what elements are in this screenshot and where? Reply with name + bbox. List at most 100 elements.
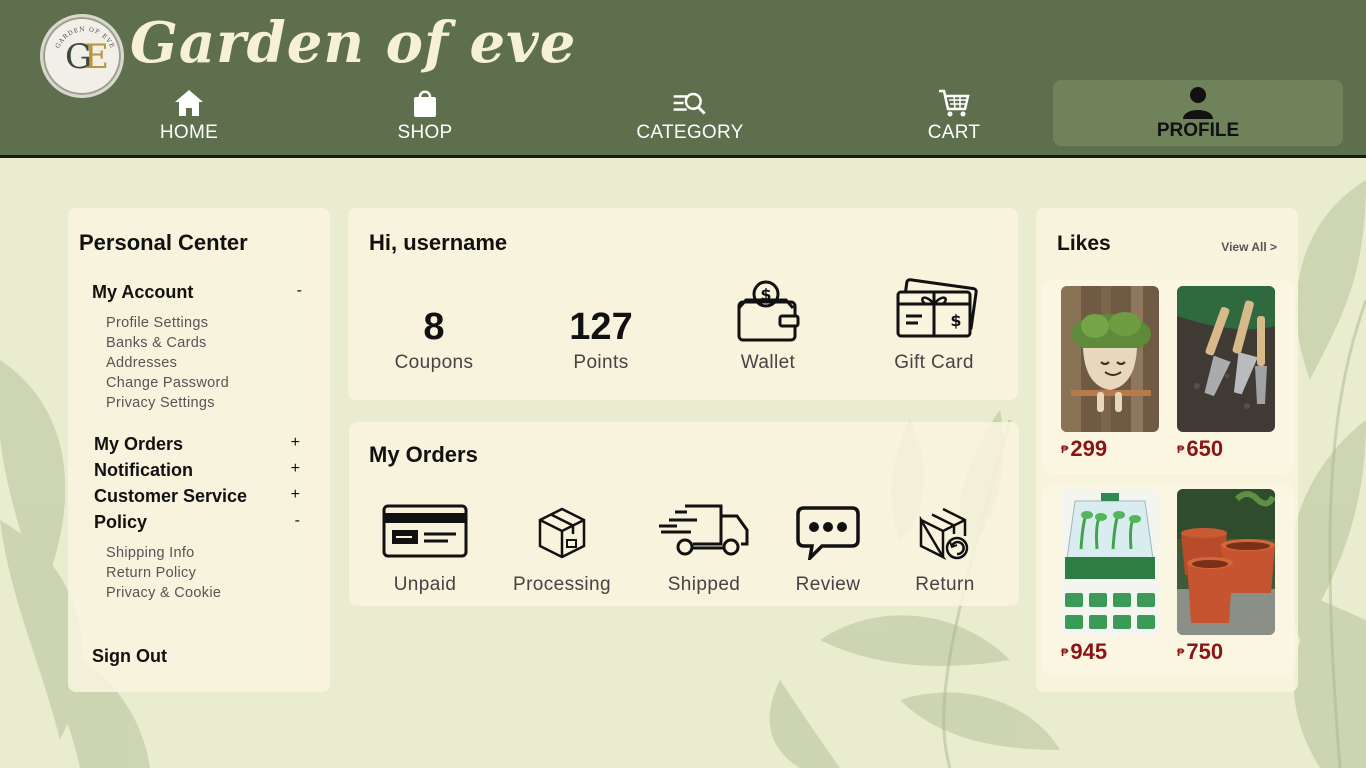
likes-card-row-2: ₱945 ₱750 xyxy=(1042,483,1294,677)
nav-category-label: CATEGORY xyxy=(636,122,744,143)
order-review-label: Review xyxy=(795,574,861,595)
greeting-title: Hi, username xyxy=(369,230,508,255)
product-price: ₱945 xyxy=(1061,639,1159,665)
order-return[interactable]: Return xyxy=(885,500,1005,596)
nav-profile-label: PROFILE xyxy=(1156,120,1240,141)
coupons-label: Coupons xyxy=(394,352,474,373)
likes-card-row-1: ₱299 ₱650 xyxy=(1042,280,1294,474)
order-processing-label: Processing xyxy=(513,574,611,595)
price-value: 945 xyxy=(1070,639,1108,664)
logo-monogram: GE xyxy=(65,37,109,77)
section-label: Notification xyxy=(94,460,193,480)
nav-home[interactable]: HOME xyxy=(155,86,223,148)
greeting-panel: Hi, username 8 Coupons 127 Points $ Wall… xyxy=(348,208,1018,400)
link-return-policy[interactable]: Return Policy xyxy=(106,565,196,581)
coupons-stat[interactable]: 8 xyxy=(364,306,504,349)
shopping-bag-icon xyxy=(414,90,436,117)
wallet-icon: $ xyxy=(737,280,800,342)
personal-center-panel: Personal Center My Account - Profile Set… xyxy=(68,208,330,692)
sign-out-button[interactable]: Sign Out xyxy=(92,646,167,667)
order-processing[interactable]: Processing xyxy=(502,500,622,596)
user-icon xyxy=(1183,87,1213,119)
currency-symbol: ₱ xyxy=(1177,647,1185,659)
product-card[interactable]: ₱945 xyxy=(1061,489,1159,665)
nav-profile[interactable]: PROFILE xyxy=(1053,80,1343,146)
section-label: Policy xyxy=(94,512,148,532)
order-return-label: Return xyxy=(915,574,975,595)
product-card[interactable]: ₱299 xyxy=(1061,286,1159,462)
link-profile-settings[interactable]: Profile Settings xyxy=(106,315,208,331)
section-policy[interactable]: Policy - xyxy=(94,512,300,533)
cart-icon xyxy=(939,89,970,117)
wallet-label: Wallet xyxy=(740,352,796,373)
nav-shop-label: SHOP xyxy=(397,122,453,143)
wallet-button[interactable]: $ xyxy=(718,276,818,346)
gift-card-icon: $ xyxy=(896,278,978,338)
points-stat[interactable]: 127 xyxy=(531,306,671,349)
order-shipped[interactable]: Shipped xyxy=(644,500,764,596)
home-icon xyxy=(175,90,203,116)
price-value: 650 xyxy=(1186,436,1224,461)
brand-logo[interactable]: GARDEN OF EVE GE xyxy=(40,14,124,98)
product-image-garden-tools xyxy=(1177,286,1275,432)
section-notification[interactable]: Notification + xyxy=(94,460,300,481)
order-review[interactable]: Review xyxy=(768,500,888,596)
order-unpaid[interactable]: Unpaid xyxy=(365,500,485,596)
currency-symbol: ₱ xyxy=(1177,444,1185,456)
gift-card-button[interactable]: $ xyxy=(884,276,994,346)
return-package-icon xyxy=(919,507,969,560)
top-navbar: GARDEN OF EVE GE Garden of eve HOME SHOP xyxy=(0,0,1366,158)
link-privacy-cookie[interactable]: Privacy & Cookie xyxy=(106,585,221,601)
nav-cart[interactable]: CART xyxy=(922,86,986,148)
expand-toggle[interactable]: + xyxy=(291,434,300,455)
chat-bubble-icon xyxy=(796,506,860,560)
currency-symbol: ₱ xyxy=(1061,444,1069,456)
collapse-toggle[interactable]: - xyxy=(297,282,302,303)
section-my-account[interactable]: My Account - xyxy=(92,282,302,303)
link-change-password[interactable]: Change Password xyxy=(106,375,229,391)
product-price: ₱299 xyxy=(1061,436,1159,462)
section-label: My Orders xyxy=(94,434,184,454)
nav-category[interactable]: CATEGORY xyxy=(632,86,748,148)
points-label: Points xyxy=(573,352,629,373)
points-count: 127 xyxy=(569,306,633,348)
link-banks-cards[interactable]: Banks & Cards xyxy=(106,335,207,351)
order-unpaid-label: Unpaid xyxy=(393,574,457,595)
collapse-toggle[interactable]: - xyxy=(295,512,300,533)
link-shipping-info[interactable]: Shipping Info xyxy=(106,545,195,561)
link-addresses[interactable]: Addresses xyxy=(106,355,177,371)
view-all-link[interactable]: View All > xyxy=(1221,240,1277,254)
link-privacy-settings[interactable]: Privacy Settings xyxy=(106,395,215,411)
product-price: ₱750 xyxy=(1177,639,1275,665)
product-image-terracotta-pots xyxy=(1177,489,1275,635)
price-value: 750 xyxy=(1186,639,1224,664)
section-label: Customer Service xyxy=(94,486,248,506)
section-label: My Account xyxy=(92,282,194,302)
expand-toggle[interactable]: + xyxy=(291,460,300,481)
personal-center-title: Personal Center xyxy=(79,230,248,255)
svg-text:$: $ xyxy=(950,311,961,330)
product-card[interactable]: ₱650 xyxy=(1177,286,1275,462)
price-value: 299 xyxy=(1070,436,1108,461)
order-shipped-label: Shipped xyxy=(667,574,741,595)
currency-symbol: ₱ xyxy=(1061,647,1069,659)
expand-toggle[interactable]: + xyxy=(291,486,300,507)
likes-panel: Likes View All > ₱299 ₱650 ₱945 ₱750 xyxy=(1036,208,1298,692)
my-orders-panel: My Orders Unpaid Processing Shipped Revi… xyxy=(349,422,1019,606)
section-my-orders[interactable]: My Orders + xyxy=(94,434,300,455)
section-customer-service[interactable]: Customer Service + xyxy=(94,486,300,507)
gift-card-label: Gift Card xyxy=(894,352,974,373)
truck-icon xyxy=(659,504,749,556)
coupons-count: 8 xyxy=(423,306,445,348)
nav-shop[interactable]: SHOP xyxy=(392,86,458,148)
likes-title: Likes xyxy=(1057,232,1111,255)
package-icon xyxy=(538,507,586,559)
product-price: ₱650 xyxy=(1177,436,1275,462)
product-image-smiley-planter xyxy=(1061,286,1159,432)
product-image-seed-tray xyxy=(1061,489,1159,635)
product-card[interactable]: ₱750 xyxy=(1177,489,1275,665)
my-orders-title: My Orders xyxy=(369,442,478,467)
category-search-icon xyxy=(673,92,706,115)
nav-cart-label: CART xyxy=(927,122,981,143)
brand-name: Garden of eve xyxy=(130,10,577,76)
